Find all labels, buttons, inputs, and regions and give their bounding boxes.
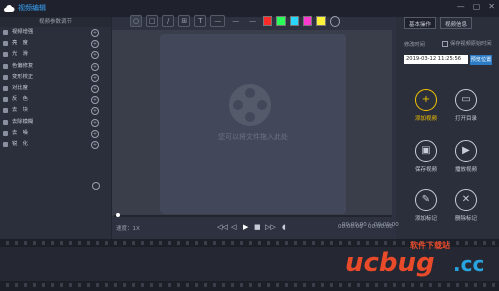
ellipse-tool-icon[interactable]: ○ [130,15,143,27]
param-item-video-enhance[interactable]: 视频增强 + [0,27,111,38]
window-controls: — ▢ ✕ [457,2,495,11]
line-thin-icon[interactable]: — [246,16,259,26]
watermark-brand: ucbug [345,248,435,278]
play-video-button[interactable]: ▶ 播放视频 [448,140,484,173]
add-icon[interactable]: + [91,62,99,71]
line-thick-icon[interactable]: — [210,15,226,27]
add-icon[interactable]: + [91,96,99,105]
save-icon: ▣ [415,140,437,162]
stop-icon[interactable]: ■ [254,223,261,231]
left-panel-header: 视频参数调节 [0,17,111,27]
cloud-logo-icon [3,5,15,12]
param-item-smooth[interactable]: 光 滑 + [0,49,111,60]
open-folder-button[interactable]: ▭ 打开目录 [448,89,484,122]
add-icon[interactable]: + [91,29,99,37]
undo-icon[interactable] [329,15,340,27]
param-item-deblur[interactable]: 去除模糊 + [0,117,111,128]
plus-icon: + [415,89,437,111]
left-parameter-panel: 视频参数调节 视频增强 + 亮 度 + 光 滑 + 色偏修复 + 变形校正 + 对比度 + … [0,17,112,239]
site-watermark: 软件下载站 ucbug .cc [345,238,495,288]
reset-icon[interactable] [92,182,100,190]
text-tool-icon[interactable]: T [194,15,207,27]
maximize-icon[interactable]: ▢ [473,2,481,11]
modify-time-label: 修改时间 [404,42,425,48]
right-tabs: 基本操作 视频信息 [396,17,499,29]
right-operations-panel: 基本操作 视频信息 修改时间 保存视频原始时间 2019-03-12 11:25… [342,17,499,239]
color-fix-icon [3,63,8,69]
preview-position-button[interactable]: 预览位置 [470,55,492,65]
add-icon[interactable]: + [91,118,99,127]
deblur-icon [3,119,8,125]
invert-icon [3,97,8,103]
contrast-icon [3,85,8,91]
delete-mark-button[interactable]: ✕ 删除标记 [448,189,484,222]
speed-label: 速度：1X [116,226,140,232]
playback-progress-bar[interactable] [114,215,392,217]
close-icon[interactable]: ✕ [488,2,495,11]
color-swatch-red[interactable] [263,16,273,26]
param-item-deform[interactable]: 变形校正 + [0,72,111,83]
param-item-deblock[interactable]: 去 块 + [0,105,111,116]
save-video-button[interactable]: ▣ 保存视频 [408,140,444,173]
drawing-toolbar: ○ □ / ⊞ T — — — [130,14,340,28]
minimize-icon[interactable]: — [457,2,465,11]
line-tool-icon[interactable]: / [162,15,175,27]
right-current-time: 00:00:00 [342,222,367,228]
add-icon[interactable]: + [91,140,99,149]
delete-mark-icon: ✕ [455,189,477,211]
param-item-sharpen[interactable]: 锐 化 + [0,139,111,150]
add-icon[interactable]: + [91,51,99,60]
param-item-brightness[interactable]: 亮 度 + [0,38,111,49]
add-icon[interactable]: + [91,84,99,93]
color-swatch-magenta[interactable] [303,16,313,26]
tab-basic-ops[interactable]: 基本操作 [404,17,437,29]
param-item-invert[interactable]: 反 色 + [0,94,111,105]
next-frame-icon[interactable]: ▷▷ [265,223,276,231]
folder-icon: ▭ [455,89,477,111]
watermark-domain: .cc [453,252,485,276]
smooth-icon [3,52,8,58]
mosaic-tool-icon[interactable]: ⊞ [178,15,191,27]
param-item-denoise[interactable]: 去 噪 + [0,128,111,139]
step-back-icon[interactable]: ◁ [231,223,236,231]
drop-zone[interactable]: 您可以将文件拖入此处 [160,34,346,214]
right-total-time: 00:00:00 [374,222,399,228]
preview-area: 您可以将文件拖入此处 [112,30,392,216]
color-swatch-green[interactable] [276,16,286,26]
checkbox-icon[interactable] [442,40,448,47]
add-icon[interactable]: + [91,107,99,116]
progress-handle[interactable] [116,213,120,217]
date-input[interactable]: 2019-03-12 11:25:56 [404,55,468,64]
denoise-icon [3,130,8,136]
param-item-color-fix[interactable]: 色偏修复 + [0,61,111,72]
play-icon[interactable]: ▶ [243,223,248,231]
drop-hint-text: 您可以将文件拖入此处 [218,133,288,141]
add-mark-icon: ✎ [415,189,437,211]
video-enhance-icon [3,30,8,35]
play-video-icon: ▶ [455,140,477,162]
add-icon[interactable]: + [91,129,99,138]
add-video-button[interactable]: + 添加视频 [408,89,444,122]
volume-icon[interactable]: ◖ [282,223,286,231]
deform-icon [3,74,8,80]
rectangle-tool-icon[interactable]: □ [146,15,159,27]
keep-original-time-checkbox[interactable]: 保存视频原始时间 [442,40,492,47]
film-reel-icon [229,84,271,126]
param-item-contrast[interactable]: 对比度 + [0,83,111,94]
tab-video-info[interactable]: 视频信息 [440,17,473,29]
brightness-icon [3,41,8,47]
app-title: 视频编辑 [18,4,46,12]
sharpen-icon [3,141,8,147]
color-swatch-yellow[interactable] [316,16,326,26]
add-mark-button[interactable]: ✎ 添加标记 [408,189,444,222]
add-icon[interactable]: + [91,40,99,49]
color-swatch-cyan[interactable] [289,16,300,26]
add-icon[interactable]: + [91,73,99,82]
line-medium-icon[interactable]: — [229,16,242,26]
prev-frame-icon[interactable]: ◁◁ [217,223,228,231]
deblock-icon [3,108,8,114]
right-time-separator: / [368,222,370,228]
